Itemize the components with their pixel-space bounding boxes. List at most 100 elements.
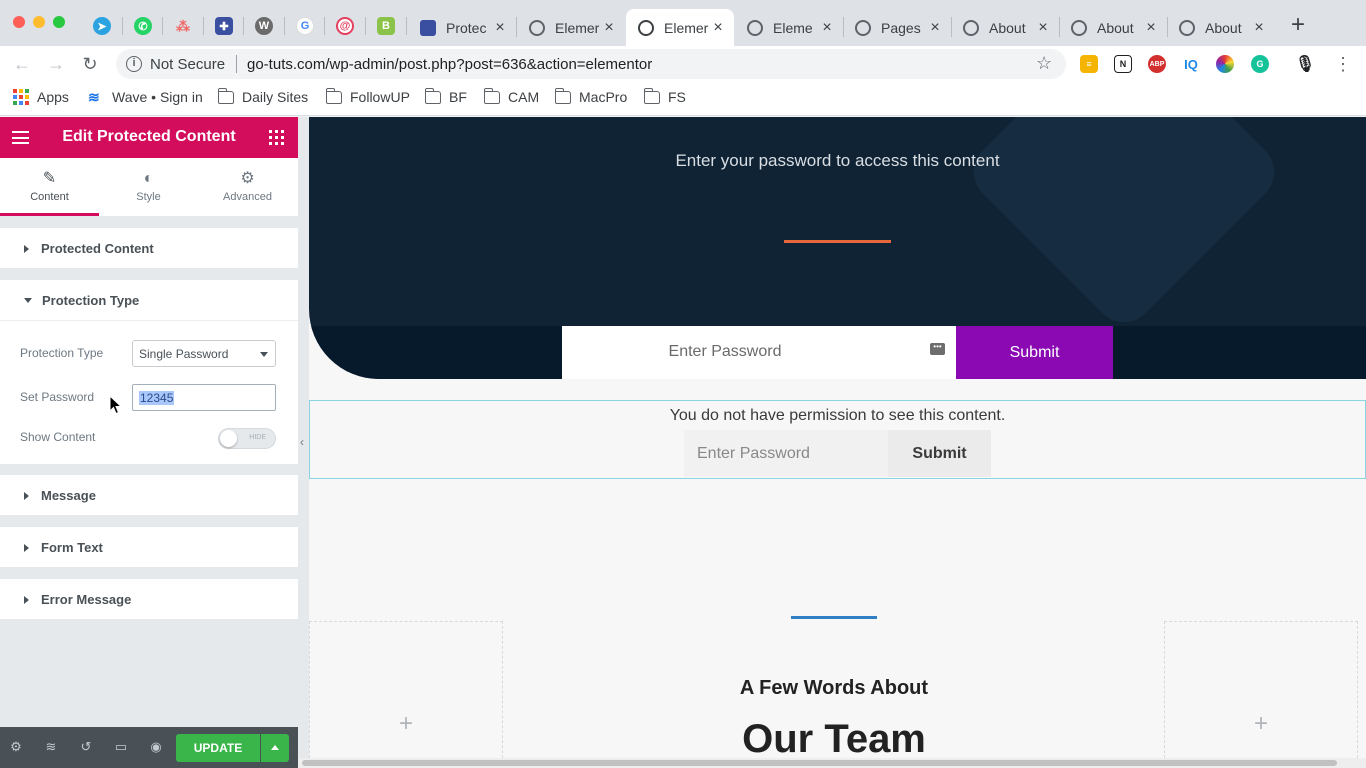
browser-menu-icon[interactable]: ⋮ bbox=[1332, 53, 1354, 75]
section-header[interactable]: Protection Type bbox=[0, 280, 298, 321]
url-text[interactable]: go-tuts.com/wp-admin/post.php?post=636&a… bbox=[247, 56, 652, 73]
horizontal-scrollbar[interactable] bbox=[298, 758, 1366, 768]
widgets-grid-icon[interactable] bbox=[269, 130, 284, 145]
pencil-icon: ✎ bbox=[42, 170, 57, 187]
bookmark-followup[interactable]: FollowUP bbox=[325, 87, 410, 105]
close-icon[interactable]: × bbox=[710, 19, 726, 37]
settings-gear-icon[interactable]: ⚙ bbox=[8, 739, 24, 755]
show-content-toggle[interactable]: HIDE bbox=[218, 428, 276, 449]
tab-3[interactable]: Eleme × bbox=[735, 9, 843, 46]
panel-collapse-handle[interactable]: ‹ bbox=[298, 117, 309, 768]
add-element-icon[interactable]: + bbox=[1165, 710, 1357, 738]
section-form-text[interactable]: Form Text bbox=[0, 527, 298, 568]
bookmark-daily-sites[interactable]: Daily Sites bbox=[217, 87, 308, 105]
close-icon[interactable]: × bbox=[1035, 19, 1051, 37]
bookmark-apps[interactable]: Apps bbox=[13, 89, 69, 105]
pinned-tab-google[interactable]: G bbox=[294, 15, 316, 37]
tab-7[interactable]: About × bbox=[1167, 9, 1275, 46]
empty-column-right[interactable]: + bbox=[1164, 621, 1358, 768]
forward-button[interactable]: → bbox=[45, 53, 67, 75]
reload-button[interactable]: ↻ bbox=[79, 53, 101, 75]
extension-colorpicker-icon[interactable] bbox=[1216, 55, 1234, 73]
new-tab-button[interactable]: + bbox=[1287, 13, 1309, 37]
extension-abp-icon[interactable]: ABP bbox=[1148, 55, 1166, 73]
folder-icon bbox=[643, 87, 660, 104]
close-icon[interactable]: × bbox=[819, 19, 835, 37]
extension-mic-icon[interactable]: 🎙 bbox=[1295, 55, 1315, 73]
section-protected-content[interactable]: Protected Content bbox=[0, 228, 298, 269]
close-icon[interactable]: × bbox=[601, 19, 617, 37]
bookmark-cam[interactable]: CAM bbox=[483, 87, 539, 105]
close-icon[interactable]: × bbox=[1143, 19, 1159, 37]
select-value: Single Password bbox=[139, 347, 229, 361]
tab-content[interactable]: ✎ Content bbox=[0, 158, 99, 216]
close-icon[interactable]: × bbox=[927, 19, 943, 37]
tab-4[interactable]: Pages × bbox=[843, 9, 951, 46]
section-message[interactable]: Message bbox=[0, 475, 298, 516]
set-password-input[interactable]: 12345 bbox=[132, 384, 276, 411]
close-icon[interactable]: × bbox=[1251, 19, 1267, 37]
tab-5[interactable]: About × bbox=[951, 9, 1059, 46]
info-icon[interactable]: i bbox=[126, 56, 142, 72]
tab-0[interactable]: Protec × bbox=[408, 9, 516, 46]
tab-2-active[interactable]: Elemer × bbox=[626, 9, 734, 46]
password-input[interactable]: Enter Password bbox=[684, 430, 888, 477]
pinned-tab-b[interactable]: B bbox=[375, 15, 397, 37]
pinned-tab-circle[interactable]: @ bbox=[334, 15, 356, 37]
section-error-message[interactable]: Error Message bbox=[0, 579, 298, 620]
add-element-icon[interactable]: + bbox=[310, 710, 502, 738]
pinned-tab-whatsapp[interactable]: ✆ bbox=[132, 15, 154, 37]
back-button[interactable]: ← bbox=[11, 53, 33, 75]
extension-yellow-icon[interactable]: ≡ bbox=[1080, 55, 1098, 73]
whatsapp-icon: ✆ bbox=[134, 17, 152, 35]
submit-button[interactable]: Submit bbox=[888, 430, 991, 477]
protected-content-widget[interactable]: You do not have permission to see this c… bbox=[309, 400, 1366, 479]
extension-grammarly-icon[interactable]: G bbox=[1251, 55, 1269, 73]
pinned-tab-wordpress[interactable]: W bbox=[253, 15, 275, 37]
extension-iq-icon[interactable]: IQ bbox=[1182, 55, 1200, 73]
pinned-tab-telegram[interactable]: ➤ bbox=[91, 15, 113, 37]
bookmark-label: MacPro bbox=[579, 89, 628, 105]
bookmark-star-icon[interactable]: ☆ bbox=[1036, 53, 1052, 74]
pinned-tab-wpforms[interactable]: ✚ bbox=[213, 15, 235, 37]
protection-type-select[interactable]: Single Password bbox=[132, 340, 276, 367]
scrollbar-thumb[interactable] bbox=[302, 760, 1337, 766]
window-minimize-button[interactable] bbox=[33, 16, 45, 28]
globe-icon bbox=[1071, 19, 1087, 36]
empty-column-left[interactable]: + bbox=[309, 621, 503, 768]
navigator-layers-icon[interactable]: ≋ bbox=[43, 739, 59, 755]
protected-hero-section[interactable]: Enter your password to access this conte… bbox=[309, 117, 1366, 379]
tab-title: Elemer bbox=[555, 19, 600, 36]
hero-submit-button[interactable]: Submit bbox=[956, 326, 1113, 379]
window-zoom-button[interactable] bbox=[53, 16, 65, 28]
caret-right-icon bbox=[24, 543, 29, 552]
panel-title: Edit Protected Content bbox=[62, 128, 236, 145]
tab-title: Eleme bbox=[773, 19, 813, 36]
update-button[interactable]: UPDATE bbox=[176, 734, 260, 762]
security-label[interactable]: Not Secure bbox=[150, 56, 225, 73]
tab-advanced[interactable]: ⚙ Advanced bbox=[198, 158, 297, 216]
globe-icon bbox=[638, 19, 654, 36]
pinned-tab-asana[interactable]: ⁂ bbox=[172, 15, 194, 37]
bookmark-wave[interactable]: ≋ Wave • Sign in bbox=[88, 89, 203, 105]
section-title: Message bbox=[41, 488, 96, 503]
responsive-mode-icon[interactable]: ▭ bbox=[113, 739, 129, 755]
hero-password-input[interactable]: Enter Password ••• bbox=[562, 326, 956, 379]
panel-tabs: ✎ Content ◐ Style ⚙ Advanced bbox=[0, 158, 298, 216]
tab-1[interactable]: Elemer × bbox=[517, 9, 625, 46]
bookmark-fs[interactable]: FS bbox=[643, 87, 686, 105]
update-options-button[interactable] bbox=[261, 734, 289, 762]
bookmark-bf[interactable]: BF bbox=[424, 87, 467, 105]
caret-right-icon bbox=[24, 244, 29, 253]
tab-style[interactable]: ◐ Style bbox=[99, 158, 198, 216]
extension-notion-icon[interactable]: N bbox=[1114, 55, 1132, 73]
preview-eye-icon[interactable]: ◉ bbox=[148, 739, 164, 755]
bookmark-macpro[interactable]: MacPro bbox=[554, 87, 628, 105]
window-close-button[interactable] bbox=[13, 16, 25, 28]
telegram-icon: ➤ bbox=[93, 17, 111, 35]
keychain-icon[interactable]: ••• bbox=[930, 343, 945, 355]
history-icon[interactable]: ↺ bbox=[78, 739, 94, 755]
close-icon[interactable]: × bbox=[492, 19, 508, 37]
tab-6[interactable]: About × bbox=[1059, 9, 1167, 46]
address-bar[interactable]: i Not Secure go-tuts.com/wp-admin/post.p… bbox=[116, 49, 1066, 79]
